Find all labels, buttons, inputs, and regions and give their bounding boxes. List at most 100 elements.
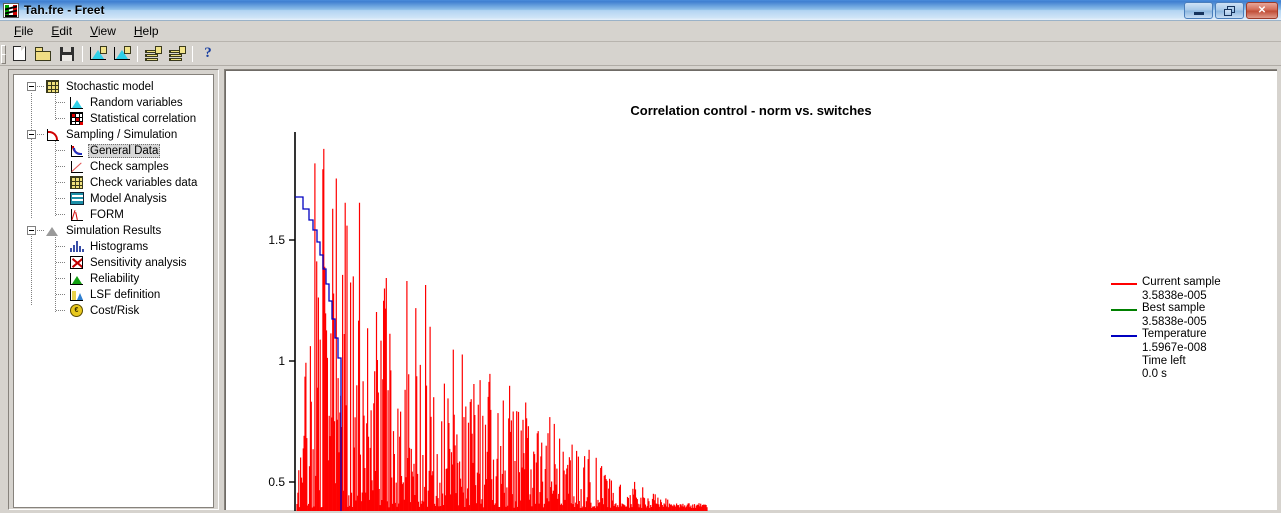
legend-entry-temperature: Temperature — [1111, 328, 1261, 342]
tree-item-statistical-correlation[interactable]: Statistical correlation — [14, 111, 213, 127]
tree-connector — [56, 278, 66, 279]
lsf-icon — [69, 288, 85, 302]
tree-item-general-data[interactable]: General Data — [14, 143, 213, 159]
tree-connector — [56, 246, 66, 247]
tree-connector — [56, 310, 66, 311]
legend-value: 1.5967e-008 — [1142, 342, 1207, 354]
tree-view[interactable]: Stochastic model Random variables Statis… — [13, 74, 214, 508]
window-controls: ✕ — [1184, 2, 1278, 19]
distribution-edit-button[interactable] — [110, 43, 134, 65]
menu-file[interactable]: File — [5, 22, 42, 40]
tree-item-lsf-definition[interactable]: LSF definition — [14, 287, 213, 303]
tree-item-sensitivity-analysis[interactable]: Sensitivity analysis — [14, 255, 213, 271]
minimize-button[interactable] — [1184, 2, 1213, 19]
navigation-panel: Stochastic model Random variables Statis… — [8, 69, 219, 510]
tree-item-check-samples[interactable]: Check samples — [14, 159, 213, 175]
tree-item-label: Model Analysis — [90, 193, 167, 205]
tree-item-model-analysis[interactable]: Model Analysis — [14, 191, 213, 207]
sensitivity-icon — [69, 256, 85, 270]
tree-item-histograms[interactable]: Histograms — [14, 239, 213, 255]
results-icon — [45, 224, 61, 238]
legend-label: Temperature — [1142, 328, 1207, 340]
svg-text:0.5: 0.5 — [268, 475, 285, 489]
legend-label: Current sample — [1142, 276, 1221, 288]
series-current-sample — [296, 148, 708, 511]
grid-add-button[interactable] — [141, 43, 165, 65]
expander-simulation-results[interactable] — [27, 226, 36, 235]
distribution-icon — [69, 96, 85, 110]
curve-icon — [45, 128, 61, 142]
save-button[interactable] — [55, 43, 79, 65]
time-left-value: 0.0 s — [1142, 368, 1167, 380]
legend-label: Best sample — [1142, 302, 1206, 314]
title-bar: Tah.fre - Freet ✕ — [0, 0, 1281, 21]
new-button[interactable] — [7, 43, 31, 65]
cost-risk-icon: € — [69, 304, 85, 318]
grid-add-icon — [144, 46, 162, 61]
menu-help[interactable]: Help — [125, 22, 168, 40]
tree-item-simulation-results[interactable]: Simulation Results — [14, 223, 213, 239]
distribution-add-button[interactable] — [86, 43, 110, 65]
tree-item-label: Sampling / Simulation — [66, 129, 178, 141]
tree-root: Stochastic model Random variables Statis… — [14, 75, 213, 319]
tree-item-random-variables[interactable]: Random variables — [14, 95, 213, 111]
tree-connector — [56, 262, 66, 263]
tree-item-form[interactable]: FORM — [14, 207, 213, 223]
y-axis-ticks: 1.5 1 0.5 — [268, 233, 295, 489]
expander-sampling-simulation[interactable] — [27, 130, 36, 139]
legend-entry-best-sample: Best sample — [1111, 302, 1261, 316]
grid-icon — [45, 80, 61, 94]
close-button[interactable]: ✕ — [1246, 2, 1278, 19]
form-icon — [69, 208, 85, 222]
legend-swatch — [1111, 309, 1137, 311]
tree-item-label: LSF definition — [90, 289, 161, 301]
help-icon: ? — [204, 45, 212, 61]
new-icon — [12, 46, 26, 61]
distribution-add-icon — [89, 46, 107, 61]
reliability-icon — [69, 272, 85, 286]
legend-swatch — [1111, 283, 1137, 285]
scatter-icon — [69, 160, 85, 174]
tree-connector — [56, 198, 66, 199]
application-window: Tah.fre - Freet ✕ File Edit View Help ? … — [0, 0, 1281, 513]
open-button[interactable] — [31, 43, 55, 65]
legend-entry-current-sample: Current sample — [1111, 276, 1261, 290]
restore-button[interactable] — [1215, 2, 1244, 19]
tree-item-cost-risk[interactable]: € Cost/Risk — [14, 303, 213, 319]
window-title: Tah.fre - Freet — [24, 3, 105, 17]
tree-connector — [37, 86, 45, 87]
grid-icon — [69, 176, 85, 190]
toolbar-grip[interactable] — [1, 44, 6, 64]
svg-text:1: 1 — [278, 354, 285, 368]
menu-edit[interactable]: Edit — [42, 22, 81, 40]
distribution-edit-icon — [113, 46, 131, 61]
tree-item-check-variables-data[interactable]: Check variables data — [14, 175, 213, 191]
help-button[interactable]: ? — [196, 43, 220, 65]
correlation-icon — [69, 112, 85, 126]
tree-item-label: Check samples — [90, 161, 169, 173]
tree-item-label: Stochastic model — [66, 81, 154, 93]
save-icon — [60, 46, 74, 61]
grid-edit-button[interactable] — [165, 43, 189, 65]
tree-item-label: Reliability — [90, 273, 140, 285]
tree-connector — [37, 230, 45, 231]
tree-item-reliability[interactable]: Reliability — [14, 271, 213, 287]
tree-item-label: General Data — [88, 144, 161, 158]
expander-stochastic-model[interactable] — [27, 82, 36, 91]
main-body: Stochastic model Random variables Statis… — [0, 66, 1281, 513]
tree-item-label: Random variables — [90, 97, 183, 109]
svg-text:1.5: 1.5 — [268, 233, 285, 247]
tree-item-stochastic-model[interactable]: Stochastic model — [14, 79, 213, 95]
tree-item-label: Simulation Results — [66, 225, 162, 237]
toolbar: ? — [0, 42, 1281, 66]
toolbar-separator — [137, 45, 138, 62]
chart-legend: Current sample 3.5838e-005 Best sample 3… — [1111, 276, 1261, 381]
tree-item-sampling-simulation[interactable]: Sampling / Simulation — [14, 127, 213, 143]
menu-bar: File Edit View Help — [0, 21, 1281, 42]
app-icon — [3, 2, 19, 18]
tree-item-label: Sensitivity analysis — [90, 257, 187, 269]
open-icon — [34, 46, 52, 61]
menu-view[interactable]: View — [81, 22, 125, 40]
chart-panel: Correlation control - norm vs. switches … — [224, 69, 1277, 511]
tree-connector — [56, 102, 66, 103]
